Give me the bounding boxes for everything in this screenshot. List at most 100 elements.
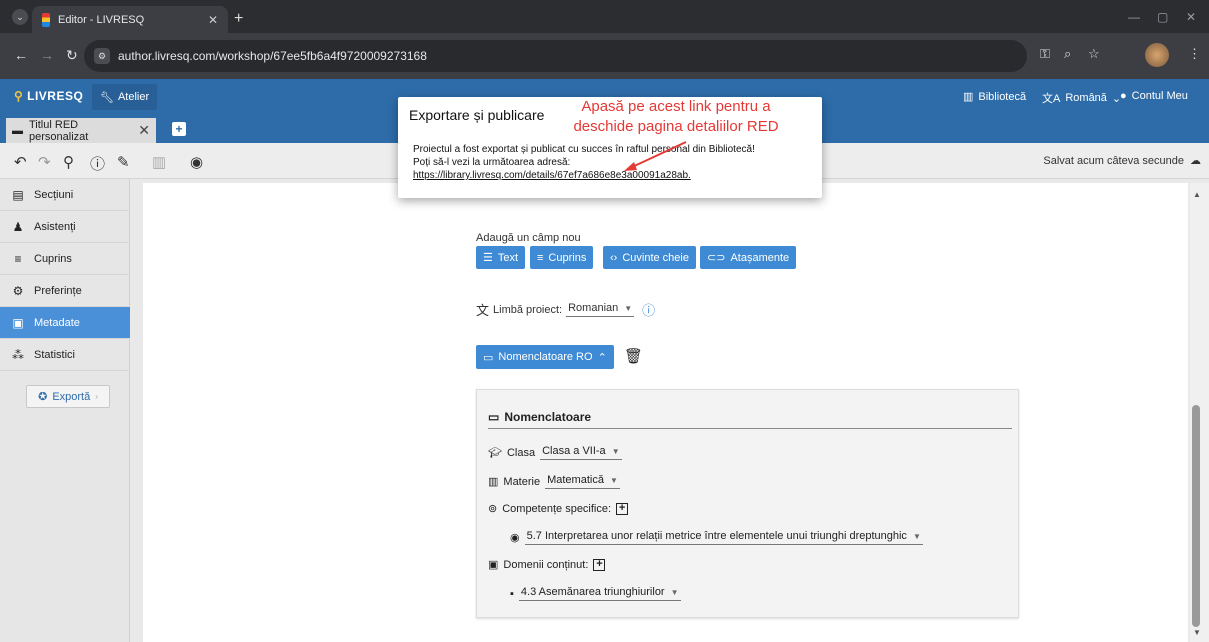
chart-icon: ⁂ [12, 347, 24, 362]
info-icon[interactable]: ⓘ [642, 300, 655, 319]
sidebar-item-preferinte[interactable]: ⚙ Preferințe [0, 275, 130, 307]
nomenclatoare-ro-button[interactable]: ▭ Nomenclatoare RO ⌃ [476, 345, 614, 369]
sidebar-item-asistenti[interactable]: ♟ Asistenți [0, 211, 130, 243]
annotation-arrow-icon [624, 141, 687, 171]
domain-item-icon: ▪ [510, 587, 514, 600]
graduation-cap-icon: 🎓︎ [488, 447, 502, 459]
domenii-label: Domenii conținut: [503, 558, 589, 571]
scrollbar-thumb[interactable] [1192, 405, 1200, 627]
list-icon: ≡ [537, 251, 544, 264]
scroll-down-icon[interactable]: ▼ [1193, 628, 1201, 637]
browser-menu-icon[interactable]: ⋮ [1188, 46, 1201, 62]
forward-icon[interactable]: → [40, 47, 54, 63]
dialog-address-text: Poți să-l vezi la următoarea adresă: [413, 157, 571, 168]
new-tab-icon[interactable]: + [234, 10, 243, 28]
atelier-label: Atelier [117, 91, 150, 103]
add-keywords-button[interactable]: ‹› Cuvinte cheie [603, 246, 696, 269]
cloud-check-icon: ☁ [1190, 155, 1201, 167]
annotation-line-2: deschide pagina detaliilor RED [573, 118, 779, 135]
reload-icon[interactable]: ↻ [66, 47, 78, 64]
add-cuprins-label: Cuprins [548, 251, 587, 264]
delete-trash-icon[interactable]: 🗑︎ [624, 347, 643, 365]
caret-down-icon: ▼ [912, 531, 921, 541]
add-domeniu-icon[interactable]: + [593, 558, 606, 571]
add-attachments-button[interactable]: ⊂⊃ Atașamente [700, 246, 797, 269]
export-button[interactable]: ✪ Exportă › [26, 385, 110, 408]
card-title: Nomenclatoare [504, 410, 592, 424]
text-lines-icon: ☰ [483, 252, 493, 264]
person-icon: ♟ [12, 219, 24, 234]
url-text: author.livresq.com/workshop/67ee5fb6a4f9… [118, 49, 427, 63]
nomenclatoare-ro-label: Nomenclatoare RO [498, 351, 593, 363]
template-icon[interactable]: ▥ [152, 153, 166, 171]
add-competenta-icon[interactable]: + [616, 502, 629, 515]
sidebar-item-sectiuni[interactable]: ▤ Secțiuni [0, 179, 130, 211]
add-document-icon[interactable]: + [172, 122, 186, 136]
tab-search-icon[interactable]: ⌄ [12, 9, 28, 25]
verified-badge-icon: ✪ [38, 391, 48, 403]
browser-tab[interactable]: Editor - LIVRESQ ✕ [32, 6, 228, 33]
close-window-icon[interactable]: ✕ [1186, 10, 1196, 24]
books-icon: ▥ [488, 476, 499, 488]
site-info-icon[interactable]: ⚙ [94, 48, 110, 64]
livresq-logo[interactable]: ⚲ LIVRESQ [14, 89, 83, 103]
domain-box-icon: ▣ [488, 559, 499, 571]
scroll-up-icon[interactable]: ▲ [1193, 190, 1201, 199]
minimize-icon[interactable]: — [1128, 10, 1140, 24]
clasa-value: Clasa a VII-a [542, 445, 606, 457]
sidebar-item-label: Preferințe [34, 284, 82, 297]
clasa-label: Clasa [506, 446, 536, 459]
biblioteca-link[interactable]: ▥ Bibliotecă [963, 90, 1027, 104]
add-cuprins-button[interactable]: ≡ Cuprins [530, 246, 594, 269]
sidebar: ▤ Secțiuni ♟ Asistenți ≡ Cuprins ⚙ Prefe… [0, 179, 130, 642]
caret-down-icon: ▼ [611, 446, 620, 456]
document-tab[interactable]: ▬ Titlul RED personalizat ✕ [6, 118, 156, 143]
add-keywords-label: Cuvinte cheie [622, 251, 689, 264]
wrench-icon: 🔧︎ [100, 91, 114, 104]
sidebar-item-metadate[interactable]: ▣ Metadate [0, 307, 130, 339]
nomenclatoare-card: ▭ Nomenclatoare 🎓︎ Clasa Clasa a VII-a ▼ … [476, 389, 1019, 618]
competente-label: Competențe specifice: [502, 502, 612, 515]
attachment-icon: ⊂⊃ [707, 252, 726, 264]
add-attachments-label: Atașamente [730, 251, 790, 264]
account-menu[interactable]: ● Contul Meu [1120, 90, 1188, 102]
sidebar-item-label: Statistici [34, 348, 75, 361]
competenta-select[interactable]: 5.7 Interpretarea unor relații metrice î… [524, 530, 923, 545]
back-icon[interactable]: ← [14, 47, 28, 63]
atelier-button[interactable]: 🔧︎ Atelier [92, 84, 158, 110]
password-key-icon[interactable]: ⚿ [1040, 46, 1050, 62]
domeniu-select[interactable]: 4.3 Asemănarea triunghiurilor ▼ [518, 586, 681, 601]
info-icon[interactable]: ⓘ [90, 153, 105, 174]
clasa-select[interactable]: Clasa a VII-a ▼ [540, 445, 622, 460]
materie-row: ▥ Materie Matematică ▼ [488, 474, 620, 489]
redo-icon[interactable]: ↷ [38, 153, 51, 171]
library-icon: ▥ [963, 91, 974, 103]
location-pin-icon[interactable]: ⚲ [63, 153, 74, 171]
materie-label: Materie [503, 475, 541, 488]
sidebar-item-cuprins[interactable]: ≡ Cuprins [0, 243, 130, 275]
logo-text: LIVRESQ [27, 89, 84, 103]
maximize-icon[interactable]: ▢ [1157, 10, 1168, 24]
zoom-icon[interactable]: ⌕ [1064, 46, 1071, 62]
close-tab-icon[interactable]: ✕ [208, 13, 218, 27]
sidebar-item-statistici[interactable]: ⁂ Statistici [0, 339, 130, 371]
project-language-select[interactable]: Romanian ▼ [566, 302, 635, 317]
materie-select[interactable]: Matematică ▼ [545, 474, 620, 489]
bookmark-star-icon[interactable]: ☆ [1088, 46, 1100, 62]
project-language-label: Limbă proiect: [493, 303, 563, 316]
card-title-row: ▭ Nomenclatoare [488, 410, 1012, 429]
biblioteca-label: Bibliotecă [978, 90, 1027, 103]
url-field[interactable]: ⚙ author.livresq.com/workshop/67ee5fb6a4… [84, 40, 1027, 72]
language-selector[interactable]: 文A Română ⌄ [1042, 90, 1121, 106]
profile-avatar[interactable] [1145, 43, 1169, 67]
translate-icon: 文 [476, 303, 490, 318]
caret-down-icon: ▼ [624, 303, 633, 313]
sidebar-item-label: Asistenți [34, 220, 76, 233]
close-document-icon[interactable]: ✕ [138, 122, 150, 139]
sidebar-item-label: Secțiuni [34, 188, 74, 201]
edit-pencil-icon[interactable]: ✎ [117, 153, 130, 171]
undo-icon[interactable]: ↶ [14, 153, 27, 171]
preview-eye-icon[interactable]: ◉ [190, 153, 203, 171]
document-icon: ▤ [12, 187, 24, 202]
add-text-button[interactable]: ☰ Text [476, 246, 526, 269]
